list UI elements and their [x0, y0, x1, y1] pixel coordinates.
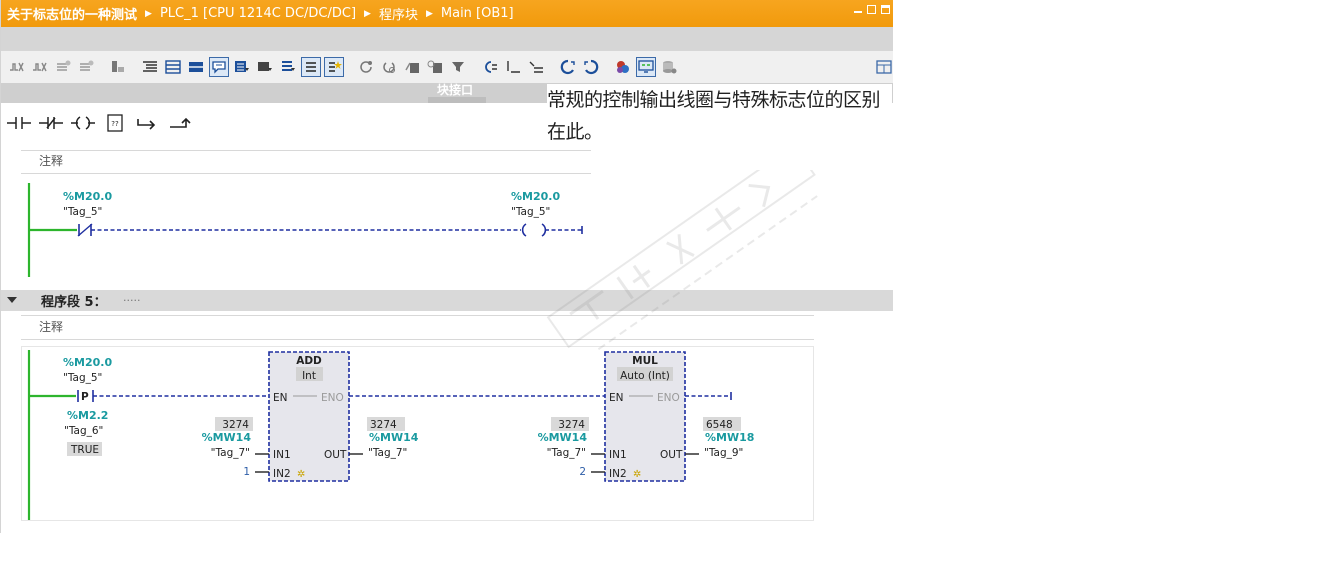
add-in1-address: %MW14	[202, 431, 252, 444]
mul-en-pin: EN	[609, 392, 624, 404]
mul-eno-pin: ENO	[657, 392, 680, 404]
breadcrumb-main-ob1[interactable]: Main [OB1]	[441, 6, 514, 21]
title-bar: 关于标志位的一种测试 ▶ PLC_1 [CPU 1214C DC/DC/DC] …	[1, 0, 893, 27]
breadcrumb-separator-icon: ▶	[425, 8, 433, 19]
mul-block-name: MUL	[632, 355, 658, 367]
breadcrumb-program-blocks[interactable]: 程序块	[379, 4, 418, 23]
window-split-icon[interactable]	[874, 57, 893, 77]
jump-icon[interactable]	[480, 57, 500, 77]
edge-memory-tag[interactable]: "Tag_6"	[64, 425, 103, 437]
mul-out-address: %MW18	[705, 431, 754, 444]
ladder-network-5: %M20.0 "Tag_5" P %M2.2 "Tag_6" TRUE ADD …	[27, 350, 754, 520]
maximize-icon[interactable]	[881, 5, 890, 14]
mul-in1-address: %MW14	[538, 431, 588, 444]
tag-list-icon[interactable]	[301, 57, 321, 77]
add-out-tag[interactable]: "Tag_7"	[368, 447, 407, 459]
mul-input-star-icon[interactable]: ✲	[633, 469, 641, 480]
add-out-pin: OUT	[324, 449, 347, 461]
add-row-icon[interactable]	[76, 57, 96, 77]
monitor-icon[interactable]	[425, 57, 445, 77]
add-in1-tag[interactable]: "Tag_7"	[211, 447, 250, 459]
p-contact-address: %M20.0	[63, 356, 112, 369]
window-controls	[853, 5, 890, 14]
add-block-name: ADD	[296, 355, 322, 367]
mul-in1-pin: IN1	[609, 449, 627, 461]
add-in1-value: 3274	[222, 419, 249, 431]
tag-info-icon[interactable]	[255, 57, 275, 77]
monitoring-on-off-icon[interactable]	[613, 57, 633, 77]
show-all-icon[interactable]	[526, 57, 546, 77]
p-contact-letter: P	[81, 391, 89, 403]
empty-box-icon[interactable]: ??	[101, 109, 129, 137]
compare-icon[interactable]	[402, 57, 422, 77]
editor-toolbar	[1, 51, 893, 83]
stack-icon[interactable]	[659, 57, 679, 77]
breadcrumb-plc[interactable]: PLC_1 [CPU 1214C DC/DC/DC]	[160, 6, 356, 21]
add-en-pin: EN	[273, 392, 288, 404]
go-to-previous-error-icon[interactable]	[379, 57, 399, 77]
close-all-networks-icon[interactable]	[163, 57, 183, 77]
insert-row-icon[interactable]	[53, 57, 73, 77]
normally-open-contact-icon[interactable]	[5, 109, 33, 137]
close-branch-icon[interactable]	[165, 109, 193, 137]
p-contact-tag[interactable]: "Tag_5"	[63, 372, 102, 384]
call-structure-icon[interactable]	[448, 57, 468, 77]
minimize-icon[interactable]	[853, 5, 862, 14]
edge-memory-address: %M2.2	[67, 409, 108, 422]
add-out-address: %MW14	[369, 431, 419, 444]
expand-icon[interactable]	[278, 57, 298, 77]
mul-out-value: 6548	[706, 419, 733, 431]
mul-out-tag[interactable]: "Tag_9"	[704, 447, 743, 459]
add-block-type[interactable]: Int	[302, 370, 316, 382]
svg-text:??: ??	[111, 120, 119, 128]
delete-network-icon[interactable]	[30, 57, 50, 77]
add-in2-pin: IN2	[273, 468, 291, 480]
show-comments-icon[interactable]	[209, 57, 229, 77]
modify-icon[interactable]	[558, 57, 578, 77]
absolute-address-icon[interactable]	[108, 57, 128, 77]
positive-edge-contact[interactable]: P	[77, 390, 94, 403]
ladder-element-bar: ??	[1, 106, 206, 140]
mul-instruction-box[interactable]: MUL Auto (Int) EN ENO IN1 IN2 ✲ OUT	[604, 351, 686, 482]
block-interface-handle[interactable]	[428, 97, 486, 103]
settings-icon[interactable]	[636, 57, 656, 77]
mul-block-type[interactable]: Auto (Int)	[620, 370, 670, 382]
ladder-editor: 注释 %M20.0 "Tag_5" %M20.0 "Tag_5" 程序段 5： …	[1, 140, 893, 533]
add-input-star-icon[interactable]: ✲	[297, 469, 305, 480]
insert-network-icon[interactable]	[7, 57, 27, 77]
breadcrumb-project[interactable]: 关于标志位的一种测试	[1, 4, 137, 23]
annotation-note: 常规的控制输出线圈与特殊标志位的区别在此。	[547, 84, 892, 148]
output-coil-icon[interactable]	[69, 109, 97, 137]
edge-memory-value: TRUE	[70, 444, 99, 456]
add-eno-pin: ENO	[321, 392, 344, 404]
mul-in2-constant[interactable]: 2	[579, 466, 586, 478]
breadcrumb-separator-icon: ▶	[145, 8, 152, 19]
restore-icon[interactable]	[867, 5, 876, 14]
breadcrumb-separator-icon: ▶	[364, 8, 371, 19]
add-in2-constant[interactable]: 1	[243, 466, 250, 478]
mul-out-pin: OUT	[660, 449, 683, 461]
assign-icon[interactable]	[503, 57, 523, 77]
normally-closed-contact-icon[interactable]	[37, 109, 65, 137]
add-instruction-box[interactable]: ADD Int EN ENO IN1 IN2 ✲ OUT	[268, 351, 350, 482]
block-interface-label: 块接口	[437, 83, 474, 97]
network-comment-icon[interactable]	[232, 57, 252, 77]
tia-portal-editor-window: 关于标志位的一种测试 ▶ PLC_1 [CPU 1214C DC/DC/DC] …	[0, 0, 893, 533]
go-to-next-error-icon[interactable]	[356, 57, 376, 77]
open-branch-icon[interactable]	[133, 109, 161, 137]
add-out-value: 3274	[370, 419, 397, 431]
open-all-networks-icon[interactable]	[140, 57, 160, 77]
mul-in2-pin: IN2	[609, 468, 627, 480]
favorites-icon[interactable]	[186, 57, 206, 77]
favorites-bar-icon[interactable]	[324, 57, 344, 77]
mul-in1-tag[interactable]: "Tag_7"	[547, 447, 586, 459]
add-in1-pin: IN1	[273, 449, 291, 461]
block-toolbar-strip	[1, 27, 893, 51]
force-icon[interactable]	[581, 57, 601, 77]
mul-in1-value: 3274	[558, 419, 585, 431]
